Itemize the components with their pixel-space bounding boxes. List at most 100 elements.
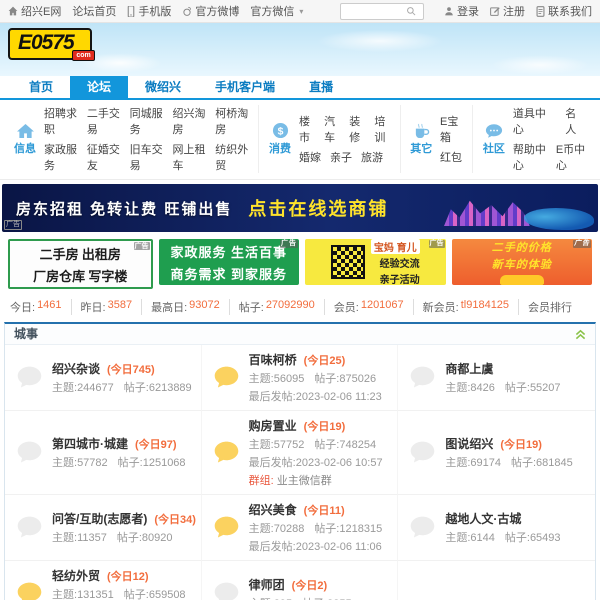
forum-cell[interactable]: 第四城市·城建(今日97) 主题:57782帖子:1251068 (5, 411, 202, 495)
stat-posts: 帖子:27092990 (230, 299, 325, 315)
cat-link[interactable]: 培训 (374, 113, 390, 145)
group-link[interactable]: 业主微信群 (277, 475, 332, 487)
stat-new-member: 新会员:tl9184125 (414, 299, 519, 315)
logo-tld-badge: com (72, 50, 94, 61)
section-header: 城事 (5, 324, 595, 345)
ad-banner-used-car[interactable]: 二手的价格 新车的体验 广告 (452, 239, 593, 285)
search-box[interactable] (340, 3, 424, 20)
search-icon[interactable] (406, 6, 416, 16)
cat-link[interactable]: 装修 (349, 113, 365, 145)
cat-link[interactable]: 纺织外贸 (215, 141, 249, 173)
cat-link[interactable]: 网上租车 (172, 141, 206, 173)
category-label: 信息 (14, 140, 36, 156)
forum-cell[interactable]: 绍兴美食(今日11) 主题:70288帖子:1218315 最后发帖:2023-… (202, 495, 399, 561)
forum-cell[interactable]: 商都上虞 主题:8426帖子:55207 (398, 345, 595, 411)
weibo-icon (182, 6, 192, 16)
cat-link[interactable]: 亲子 (330, 149, 352, 165)
mobile-version-link[interactable]: 手机版 (127, 3, 171, 19)
forum-cell[interactable]: 越地人文·古城 主题:6144帖子:65493 (398, 495, 595, 561)
forum-cell[interactable]: 绍兴杂谈(今日745) 主题:244677帖子:6213889 (5, 345, 202, 411)
forum-stats-bar: 今日:1461 昨日:3587 最高日:93072 帖子:27092990 会员… (10, 299, 590, 315)
banner-text-white: 房东招租 免转让费 旺铺出售 (16, 198, 232, 219)
cat-link[interactable]: 二手交易 (87, 105, 121, 137)
forum-link[interactable]: 绍兴美食 (249, 501, 297, 518)
cat-link[interactable]: 红包 (440, 149, 462, 165)
wechat-menu[interactable]: 官方微信 ▾ (250, 3, 303, 19)
forum-link[interactable]: 问答/互助(志愿者) (52, 510, 147, 527)
nav-tab-home[interactable]: 首页 (12, 76, 70, 98)
forum-cell[interactable]: 问答/互助(志愿者)(今日34) 主题:11357帖子:80920 (5, 495, 202, 561)
section-title: 城事 (14, 324, 38, 344)
cat-link[interactable]: 道具中心 (513, 105, 556, 137)
cat-link[interactable]: 帮助中心 (513, 141, 547, 173)
main-nav: 首页 论坛 微绍兴 手机客户端 直播 (0, 76, 600, 100)
cat-link[interactable]: 同城服务 (130, 105, 164, 137)
member-rank-link[interactable]: 会员排行 (519, 299, 581, 315)
nav-tab-forum[interactable]: 论坛 (70, 76, 128, 98)
cat-link[interactable]: 婚嫁 (299, 149, 321, 165)
cat-link[interactable]: 招聘求职 (44, 105, 78, 137)
forum-section-city: 城事 绍兴杂谈(今日745) 主题:244677帖子:6213889 百味柯桥(… (4, 322, 596, 600)
forum-icon-new (212, 513, 241, 542)
forum-icon-new (212, 363, 241, 392)
site-logo[interactable]: E0575 com (8, 28, 92, 60)
forum-link[interactable]: 律师团 (249, 576, 285, 593)
cat-link[interactable]: 旧车交易 (130, 141, 164, 173)
nav-tab-live[interactable]: 直播 (292, 76, 350, 98)
cat-link[interactable]: E币中心 (556, 141, 587, 173)
ad-tag: 广告 (280, 240, 298, 248)
register-link[interactable]: 注册 (490, 3, 525, 19)
small-banner-row: 二手房 出租房 厂房仓库 写字楼 广告 家政服务 生活百事 商务需求 到家服务 … (8, 239, 592, 289)
forum-link[interactable]: 越地人文·古城 (445, 510, 521, 527)
forum-icon-new (212, 438, 241, 467)
category-group-other: 其它 E宝箱 红包 (400, 105, 472, 173)
cat-link[interactable]: 柯桥淘房 (215, 105, 249, 137)
home-icon (8, 6, 18, 16)
forum-link[interactable]: 图说绍兴 (445, 435, 493, 452)
site-home-link[interactable]: 绍兴E网 (8, 3, 61, 19)
forum-home-link[interactable]: 论坛首页 (72, 3, 116, 19)
banner-city-art (444, 198, 530, 226)
search-input[interactable] (344, 5, 406, 18)
weibo-link[interactable]: 官方微博 (182, 3, 239, 19)
main-ad-banner[interactable]: 房东招租 免转让费 旺铺出售 点击在线选商铺 广告 (2, 184, 598, 232)
forum-cell[interactable]: 轻纺外贸(今日12) 主题:131351帖子:659508 最后发帖:2023-… (5, 561, 202, 600)
header-sky-band: E0575 com (0, 23, 600, 76)
cat-link[interactable]: 名人 (565, 105, 587, 137)
forum-cell[interactable]: 图说绍兴(今日19) 主题:69174帖子:681845 (398, 411, 595, 495)
forum-link[interactable]: 百味柯桥 (249, 351, 297, 368)
forum-icon (15, 438, 44, 467)
nav-tab-mobile-client[interactable]: 手机客户端 (198, 76, 292, 98)
forum-link[interactable]: 绍兴杂谈 (52, 360, 100, 377)
ad-banner-housing[interactable]: 二手房 出租房 厂房仓库 写字楼 广告 (8, 239, 153, 289)
cat-link[interactable]: E宝箱 (440, 113, 463, 145)
forum-cell[interactable]: 律师团(今日2) 主题:295帖子:3355 (202, 561, 399, 600)
cat-link[interactable]: 绍兴淘房 (172, 105, 206, 137)
contact-link[interactable]: 联系我们 (536, 3, 592, 19)
login-link[interactable]: 登录 (444, 3, 479, 19)
forum-icon (408, 438, 437, 467)
forum-link[interactable]: 轻纺外贸 (52, 567, 100, 584)
forum-cell[interactable]: 百味柯桥(今日25) 主题:56095帖子:875026 最后发帖:2023-0… (202, 345, 399, 411)
forum-icon (408, 513, 437, 542)
cat-link[interactable]: 旅游 (361, 149, 383, 165)
forum-link[interactable]: 商都上虞 (445, 360, 493, 377)
house-icon (16, 123, 35, 139)
register-icon (490, 6, 500, 16)
nav-tab-weishaoxing[interactable]: 微绍兴 (128, 76, 198, 98)
stat-yesterday: 昨日:3587 (72, 299, 143, 315)
cat-link[interactable]: 征婚交友 (87, 141, 121, 173)
forum-link[interactable]: 第四城市·城建 (52, 435, 128, 452)
ad-banner-services[interactable]: 家政服务 生活百事 商务需求 到家服务 广告 (159, 239, 300, 285)
forum-cell[interactable]: 购房置业(今日19) 主题:57752帖子:748254 最后发帖:2023-0… (202, 411, 399, 495)
cat-link[interactable]: 楼市 (299, 113, 315, 145)
forum-icon (15, 363, 44, 392)
category-label: 社区 (483, 140, 505, 156)
ad-banner-parenting[interactable]: 宝妈 育儿 经验交流 亲子活动 广告 (305, 239, 446, 285)
cat-link[interactable]: 汽车 (324, 113, 340, 145)
forum-link[interactable]: 购房置业 (249, 417, 297, 434)
collapse-icon[interactable] (575, 329, 586, 340)
cat-link[interactable]: 家政服务 (44, 141, 78, 173)
category-label: 其它 (410, 140, 432, 156)
today-count: (今日97) (135, 436, 177, 452)
